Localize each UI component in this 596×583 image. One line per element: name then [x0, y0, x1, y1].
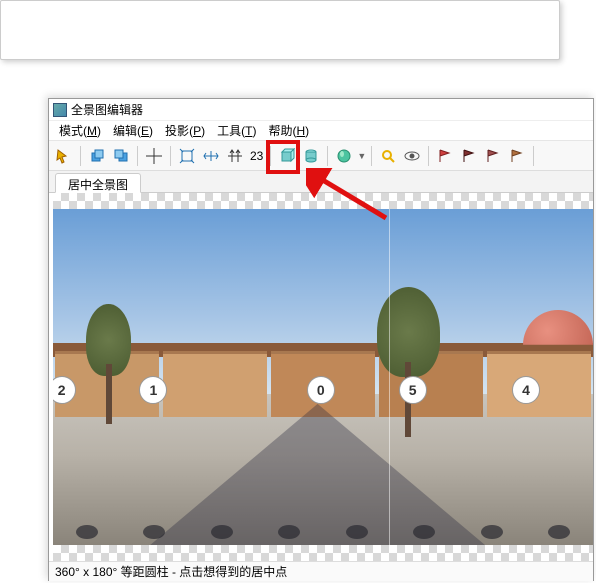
menu-help[interactable]: 帮助(H)	[264, 120, 313, 141]
toolbar-separator	[327, 146, 328, 166]
toolbar-separator	[137, 146, 138, 166]
eye-button[interactable]	[401, 145, 423, 167]
flag-brown-button[interactable]	[506, 145, 528, 167]
layer-back-button[interactable]	[86, 145, 108, 167]
app-icon	[53, 103, 67, 117]
toolbar: 23 ▼	[49, 141, 593, 171]
pano-tree-left	[83, 304, 133, 424]
crosshair-button[interactable]	[143, 145, 165, 167]
menu-mode[interactable]: 模式(M)	[55, 120, 105, 141]
status-bar: 360° x 180° 等距圆柱 - 点击想得到的居中点	[49, 561, 593, 581]
pointer-tool-button[interactable]	[53, 145, 75, 167]
flag-red-button[interactable]	[434, 145, 456, 167]
dropdown-icon[interactable]: ▼	[357, 151, 366, 161]
cube-button[interactable]	[276, 145, 298, 167]
zoom-button[interactable]	[377, 145, 399, 167]
tab-center-panorama[interactable]: 居中全景图	[55, 173, 141, 193]
flag-maroon-button[interactable]	[482, 145, 504, 167]
tab-label: 居中全景图	[68, 178, 128, 192]
cylinder-button[interactable]	[300, 145, 322, 167]
toolbar-separator	[533, 146, 534, 166]
editor-window: 全景图编辑器 模式(M) 编辑(E) 投影(P) 工具(T) 帮助(H)	[48, 98, 594, 581]
checker-bottom	[53, 545, 593, 561]
toolbar-number: 23	[248, 149, 265, 163]
flag-dark-button[interactable]	[458, 145, 480, 167]
hotspot-5[interactable]: 5	[399, 376, 427, 404]
straighten-vertical-button[interactable]	[224, 145, 246, 167]
toolbar-separator	[170, 146, 171, 166]
status-text: 360° x 180° 等距圆柱 - 点击想得到的居中点	[55, 563, 287, 580]
title-bar[interactable]: 全景图编辑器	[49, 99, 593, 121]
background-card	[0, 0, 560, 60]
menu-tools[interactable]: 工具(T)	[213, 120, 260, 141]
hotspot-0[interactable]: 0	[307, 376, 335, 404]
fit-button[interactable]	[176, 145, 198, 167]
panorama-canvas[interactable]: 2 1 0 5 4	[49, 193, 593, 561]
toolbar-separator	[80, 146, 81, 166]
checker-top	[53, 193, 593, 209]
pano-tree-right	[373, 287, 443, 437]
toolbar-separator	[270, 146, 271, 166]
vertical-guide	[389, 209, 390, 545]
hotspot-1[interactable]: 1	[139, 376, 167, 404]
toolbar-separator	[428, 146, 429, 166]
sphere-button[interactable]	[333, 145, 355, 167]
menu-bar: 模式(M) 编辑(E) 投影(P) 工具(T) 帮助(H)	[49, 121, 593, 141]
toolbar-separator	[371, 146, 372, 166]
layer-front-button[interactable]	[110, 145, 132, 167]
tab-bar: 居中全景图	[49, 171, 593, 193]
window-title: 全景图编辑器	[71, 101, 143, 118]
panorama-image: 2 1 0 5 4	[53, 209, 593, 545]
straighten-horizontal-button[interactable]	[200, 145, 222, 167]
menu-edit[interactable]: 编辑(E)	[109, 120, 157, 141]
menu-projection[interactable]: 投影(P)	[161, 120, 209, 141]
pano-shadow-row	[53, 525, 593, 543]
hotspot-4[interactable]: 4	[512, 376, 540, 404]
